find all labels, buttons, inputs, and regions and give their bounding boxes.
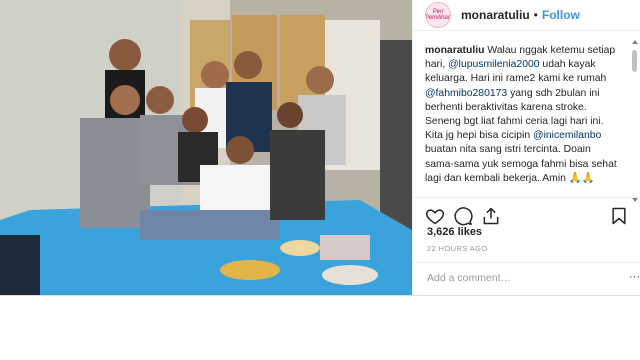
post-photo[interactable] (0, 0, 412, 295)
post-caption: monaratuliu Walau nggak ketemu setiap ha… (425, 44, 621, 186)
post-sidebar: Peri Pemilihan monaratuliu • Follow mona… (412, 0, 640, 295)
like-count[interactable]: 3,626 likes (427, 226, 482, 238)
mention-link-3[interactable]: @inicemilanbo (533, 130, 601, 141)
scroll-up-icon[interactable] (632, 40, 638, 44)
follow-button[interactable]: Follow (542, 8, 580, 22)
group-photo (0, 0, 412, 295)
share-icon[interactable] (481, 206, 501, 226)
avatar[interactable]: Peri Pemilihan (425, 2, 451, 28)
instagram-embed: Peri Pemilihan monaratuliu • Follow mona… (0, 0, 640, 296)
scroll-thumb[interactable] (632, 50, 637, 72)
bookmark-icon[interactable] (609, 206, 629, 226)
caption-username[interactable]: monaratuliu (425, 45, 484, 56)
avatar-text: Peri Pemilihan (425, 9, 451, 21)
more-options-icon[interactable]: ··· (629, 271, 640, 283)
post-header: Peri Pemilihan monaratuliu • Follow (413, 0, 640, 31)
caption-text-4: buatan nita sang istri tercinta. Doain s… (425, 144, 617, 184)
heart-icon[interactable] (425, 206, 445, 226)
separator-dot: • (533, 8, 538, 22)
caption-scrollbar[interactable] (631, 40, 638, 202)
comment-box: Add a comment… ··· (413, 262, 640, 295)
comment-input[interactable]: Add a comment… (427, 272, 511, 284)
mention-link-2[interactable]: @fahmibo280173 (425, 88, 507, 99)
post-timestamp[interactable]: 22 HOURS AGO (427, 244, 488, 253)
header-username[interactable]: monaratuliu (461, 8, 530, 22)
comment-icon[interactable] (453, 206, 473, 226)
mention-link-1[interactable]: @lupusmilenia2000 (448, 59, 539, 70)
